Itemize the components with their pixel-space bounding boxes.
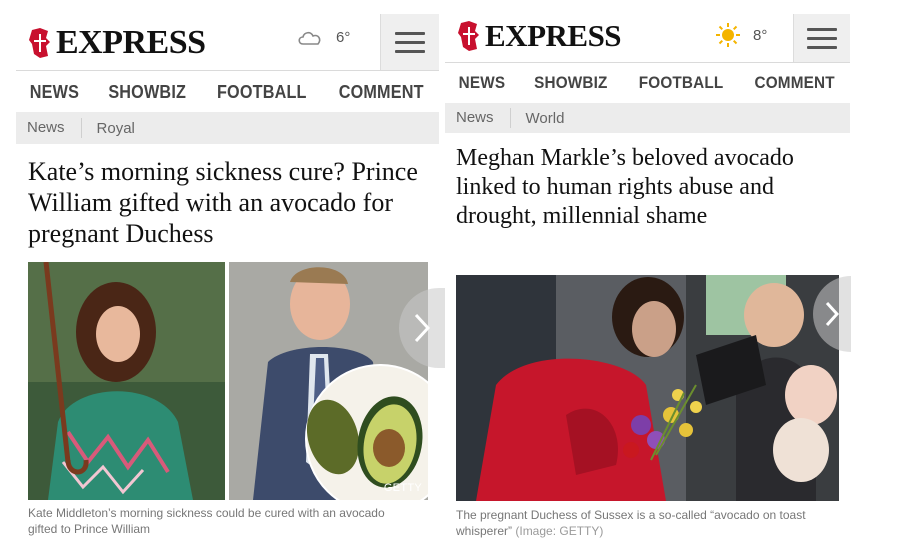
nav-football[interactable]: FOOTBALL <box>638 73 723 93</box>
menu-icon <box>807 27 837 31</box>
breadcrumb: News World <box>445 103 850 133</box>
breadcrumb: News Royal <box>16 112 439 144</box>
weather-widget[interactable]: 8° <box>715 22 767 48</box>
breadcrumb-news[interactable]: News <box>445 108 511 128</box>
crusader-knight-icon <box>458 21 479 51</box>
header-bar: EXPRESS 8° <box>445 14 850 63</box>
sun-icon <box>716 23 740 47</box>
article-image[interactable]: GETTY <box>28 262 428 500</box>
meghan-photo <box>456 275 839 501</box>
article-headline: Meghan Markle’s beloved avocado linked t… <box>456 145 794 229</box>
logo-text: EXPRESS <box>485 18 622 53</box>
image-caption: Kate Middleton’s morning sickness could … <box>28 506 385 536</box>
nav-comment[interactable]: COMMENT <box>338 82 423 103</box>
breadcrumb-world[interactable]: World <box>511 110 565 127</box>
article-image[interactable] <box>456 275 839 501</box>
article-panel-right: EXPRESS 8° NEWS SHOWBIZ FOOTBALL COMMENT… <box>445 0 851 545</box>
hamburger-menu-button[interactable] <box>380 14 439 70</box>
logo-text: EXPRESS <box>56 24 206 61</box>
cloud-icon <box>298 31 321 45</box>
article-headline: Kate’s morning sickness cure? Prince Wil… <box>28 157 418 248</box>
nav-news[interactable]: NEWS <box>30 82 79 103</box>
header-bar: EXPRESS 6° <box>16 14 439 71</box>
hamburger-menu-button[interactable] <box>793 14 850 62</box>
menu-icon <box>395 31 425 35</box>
weather-temperature: 6° <box>336 28 351 46</box>
nav-showbiz[interactable]: SHOWBIZ <box>108 82 186 103</box>
nav-football[interactable]: FOOTBALL <box>217 82 307 103</box>
caption-credit: (Image: GETTY) <box>515 524 604 538</box>
crusader-knight-icon <box>29 28 50 58</box>
weather-widget[interactable]: 6° <box>296 28 350 46</box>
caption-text: The pregnant Duchess of Sussex is a so-c… <box>456 508 806 538</box>
nav-showbiz[interactable]: SHOWBIZ <box>534 73 608 93</box>
kate-and-william-photo <box>28 262 428 500</box>
main-nav: NEWS SHOWBIZ FOOTBALL COMMENT <box>16 72 439 112</box>
weather-temperature: 8° <box>753 26 768 44</box>
express-logo[interactable]: EXPRESS <box>455 18 622 54</box>
article-panel-left: EXPRESS 6° NEWS SHOWBIZ FOOTBALL COMMENT… <box>16 0 445 545</box>
chevron-right-icon <box>825 301 839 327</box>
breadcrumb-news[interactable]: News <box>16 118 82 138</box>
chevron-right-icon <box>414 313 430 343</box>
image-caption: The pregnant Duchess of Sussex is a so-c… <box>456 507 841 539</box>
nav-news[interactable]: NEWS <box>459 73 506 93</box>
breadcrumb-royal[interactable]: Royal <box>82 120 135 137</box>
express-logo[interactable]: EXPRESS <box>26 24 206 62</box>
main-nav: NEWS SHOWBIZ FOOTBALL COMMENT <box>445 63 850 103</box>
nav-comment[interactable]: COMMENT <box>754 73 834 93</box>
image-credit: GETTY <box>383 482 422 494</box>
